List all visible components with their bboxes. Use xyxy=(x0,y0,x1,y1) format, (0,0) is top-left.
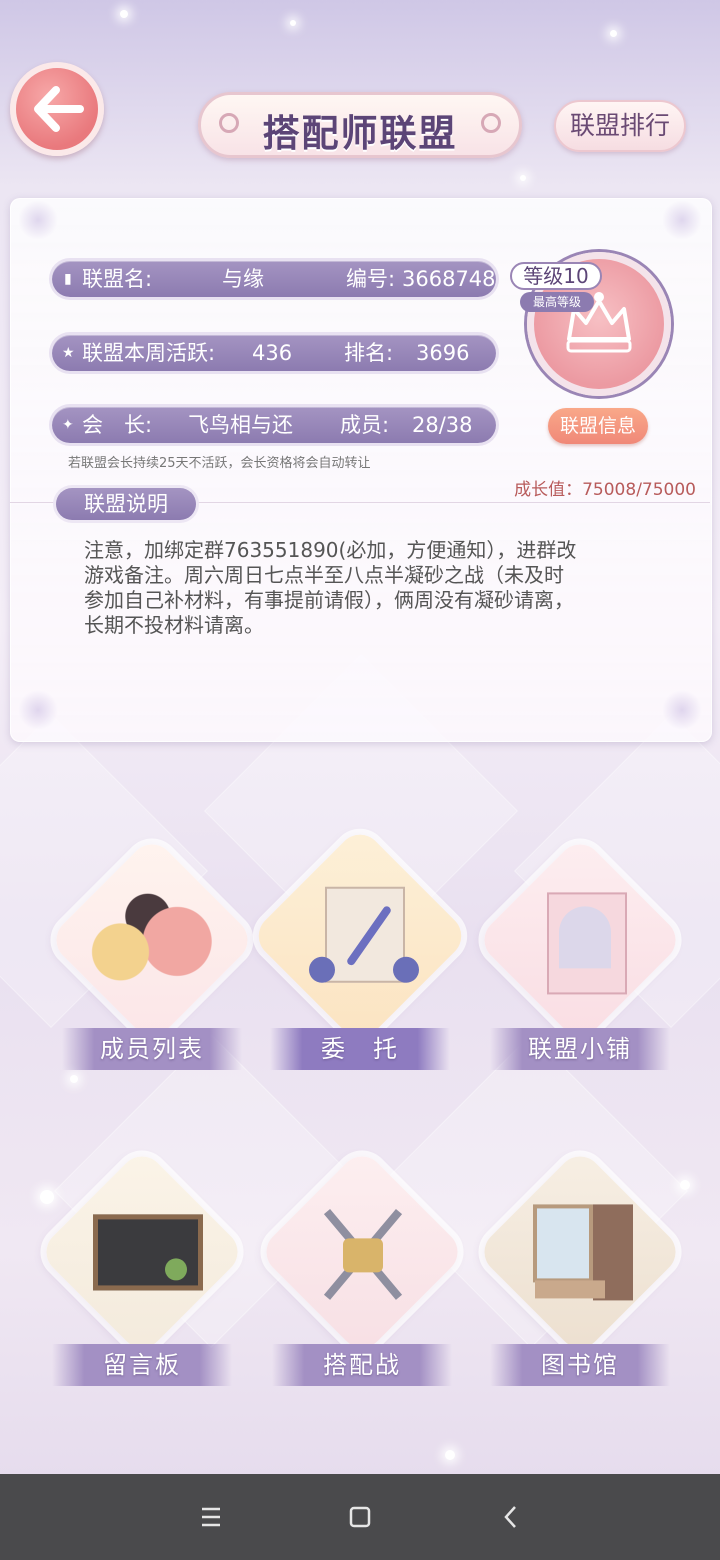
leader-inactivity-warning: 若联盟会长持续25天不活跃，会长资格将会自动转让 xyxy=(68,456,371,471)
alliance-activity-row: ★ 联盟本周活跃: 436 排名: 3696 xyxy=(52,335,496,371)
sparkle xyxy=(120,10,128,18)
growth-value: 成长值：75008/75000 xyxy=(514,480,696,500)
alliance-id-value: 3668748 xyxy=(402,267,496,291)
page-title: 搭配师联盟 xyxy=(262,112,458,155)
rose-corner-icon xyxy=(662,690,702,730)
title-banner: 搭配师联盟 xyxy=(198,92,522,158)
alliance-leader-row: ✦ 会 长: 飞鸟相与还 成员: 28/38 xyxy=(52,407,496,443)
library-tile[interactable]: 图书馆 xyxy=(475,1147,685,1390)
back-chevron-icon[interactable] xyxy=(488,1494,534,1540)
book-icon: ▮ xyxy=(64,271,72,287)
activity-value: 436 xyxy=(252,341,293,365)
sparkle-icon: ✦ xyxy=(62,417,74,433)
sparkle xyxy=(520,175,526,181)
library-label: 图书馆 xyxy=(490,1344,670,1386)
alliance-shop-label: 联盟小铺 xyxy=(490,1028,670,1070)
envelope-quill-illustration-icon xyxy=(255,826,465,1037)
message-board-label: 留言板 xyxy=(52,1344,232,1386)
sparkle xyxy=(445,1450,455,1460)
activity-label: 联盟本周活跃: xyxy=(82,341,216,365)
menu-icon[interactable] xyxy=(188,1494,234,1540)
level-badge: 等级10 xyxy=(510,262,602,290)
max-level-tag: 最高等级 xyxy=(520,292,594,312)
commission-label: 委 托 xyxy=(270,1028,450,1070)
rose-corner-icon xyxy=(18,200,58,240)
back-button[interactable] xyxy=(10,62,104,156)
sparkle xyxy=(290,20,296,26)
description-text: 注意，加绑定群763551890(必加，方便通知），进群改 游戏备注。周六周日七… xyxy=(84,538,577,637)
library-illustration-icon xyxy=(475,1148,685,1357)
alliance-id-label: 编号: xyxy=(346,267,396,291)
members-illustration-icon xyxy=(47,836,257,1045)
member-list-label: 成员列表 xyxy=(62,1028,242,1070)
alliance-name-label: 联盟名: xyxy=(82,267,153,291)
member-list-tile[interactable]: 成员列表 xyxy=(47,835,257,1074)
star-icon: ★ xyxy=(62,345,75,361)
sparkle xyxy=(610,30,617,37)
rank-label: 排名: xyxy=(344,341,394,365)
styling-battle-tile[interactable]: 搭配战 xyxy=(257,1147,467,1390)
alliance-info-button[interactable]: 联盟信息 xyxy=(548,408,648,444)
sparkle xyxy=(70,1075,78,1083)
alliance-ranking-button[interactable]: 联盟排行 xyxy=(554,100,686,152)
alliance-shop-tile[interactable]: 联盟小铺 xyxy=(475,835,685,1074)
alliance-name-row: ▮ 联盟名: 与缘 编号: 3668748 xyxy=(52,261,496,297)
leader-value: 飞鸟相与还 xyxy=(188,413,293,437)
crossed-swords-crest-illustration-icon xyxy=(257,1148,467,1357)
leader-label: 会 长: xyxy=(82,413,153,437)
members-label: 成员: xyxy=(340,413,390,437)
chalkboard-illustration-icon xyxy=(37,1148,247,1357)
alliance-name-value: 与缘 xyxy=(222,267,264,291)
commission-tile[interactable]: 委 托 xyxy=(249,825,471,1072)
rose-corner-icon xyxy=(662,200,702,240)
system-navigation-bar xyxy=(0,1474,720,1560)
rose-corner-icon xyxy=(18,690,58,730)
home-square-icon[interactable] xyxy=(337,1494,383,1540)
description-title: 联盟说明 xyxy=(56,488,196,520)
styling-battle-label: 搭配战 xyxy=(272,1344,452,1386)
members-value: 28/38 xyxy=(412,413,473,437)
shop-illustration-icon xyxy=(475,836,685,1045)
arrow-left-icon xyxy=(34,86,84,132)
rank-value: 3696 xyxy=(416,341,470,365)
sparkle xyxy=(680,1180,690,1190)
message-board-tile[interactable]: 留言板 xyxy=(37,1147,247,1390)
